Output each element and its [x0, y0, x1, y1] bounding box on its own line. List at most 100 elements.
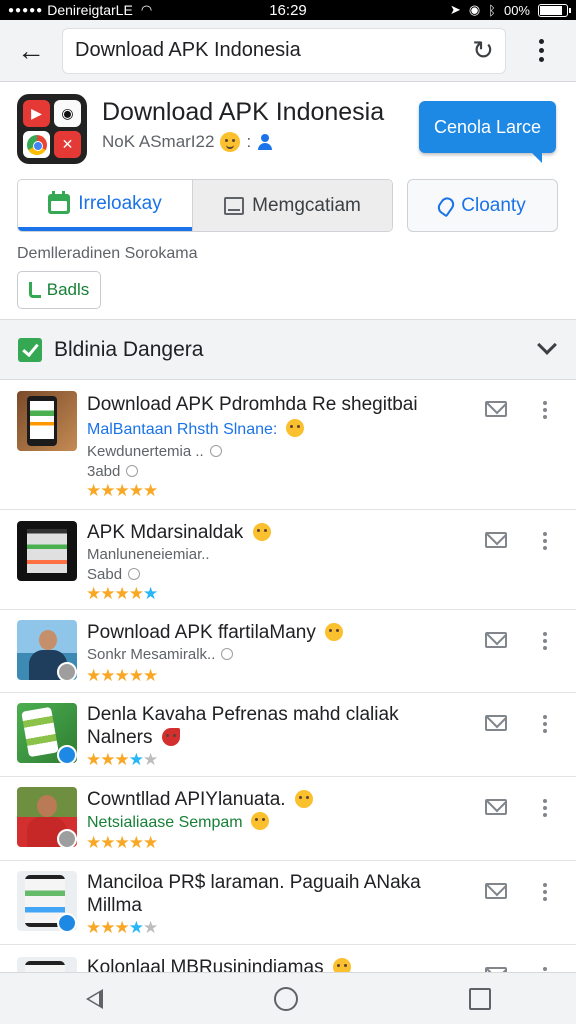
more-options-icon[interactable]	[543, 401, 548, 419]
item-meta: Sonkr Mesamiralk..	[87, 646, 234, 663]
mail-icon[interactable]	[485, 401, 507, 417]
list-item[interactable]: Pownload APK ffartilaMany Sonkr Mesamira…	[0, 610, 576, 693]
nav-recents-icon[interactable]	[468, 987, 491, 1010]
item-title: Denla Kavaha Pefrenas mahd claliak Nalne…	[87, 703, 427, 749]
list-item[interactable]: Download APK Pdromhda Re shegitbai MalBa…	[0, 380, 576, 510]
list-item[interactable]: Manciloa PR$ laraman. Paguaih ANaka Mill…	[0, 861, 576, 945]
smile-emoji-icon	[220, 132, 241, 152]
thinking-emoji-icon	[252, 523, 271, 541]
chip-label: Badls	[46, 280, 90, 299]
item-meta: Kewdunertemia ..	[87, 443, 222, 460]
person-icon	[257, 134, 273, 150]
star-icon: ★	[100, 584, 115, 603]
chevron-down-icon[interactable]	[537, 335, 557, 355]
list-item[interactable]: Cowntllad APIYlanuata. Netsialiaase Semp…	[0, 777, 576, 861]
item-title: Cowntllad APIYlanuata.	[87, 789, 313, 811]
app-title: Download APK Indonesia	[102, 98, 385, 126]
star-icon: ★	[128, 666, 144, 685]
star-icon: ★	[143, 666, 158, 685]
tab-irreloakay[interactable]: Irreloakay	[18, 180, 192, 231]
item-title-text: APK Mdarsinaldak	[87, 522, 244, 543]
tab-label: Memgcatiam	[252, 194, 361, 216]
star-icon: ★	[114, 750, 130, 769]
thinking-emoji-icon	[294, 790, 313, 808]
item-subtitle-text: Netsialiaase Sempam	[87, 814, 243, 831]
thinking-emoji-icon	[325, 623, 344, 641]
battery-icon	[538, 3, 571, 17]
section-title: Bldinia Dangera	[54, 337, 204, 361]
list-item[interactable]: APK Mdarsinaldak Manluneneiemiar.. Sabd …	[0, 510, 576, 610]
smile-emoji-icon	[285, 419, 304, 437]
star-icon: ★	[86, 833, 101, 852]
carrier-name: DenireigtarLE	[47, 2, 133, 18]
bluetooth-icon: ᛒ	[488, 2, 496, 18]
subtitle-separator: :	[246, 132, 252, 151]
tab-memgcatiam[interactable]: Memgcatiam	[192, 180, 392, 231]
star-rating: ★★★★★	[86, 918, 158, 938]
star-icon: ★	[86, 918, 101, 937]
chrome-icon	[23, 131, 50, 158]
more-options-icon[interactable]	[543, 715, 548, 733]
cloanty-label: Cloanty	[461, 194, 526, 216]
smile-emoji-icon	[251, 812, 270, 830]
cloanty-button[interactable]: Cloanty	[407, 179, 558, 232]
more-options-icon[interactable]	[543, 632, 548, 650]
star-icon: ★	[114, 584, 130, 603]
item-meta2-text: 3abd	[87, 463, 121, 480]
item-title: Download APK Pdromhda Re shegitbai	[87, 394, 418, 415]
item-title: APK Mdarsinaldak	[87, 522, 271, 544]
star-icon: ★	[86, 584, 101, 603]
address-bar[interactable]: Download APK Indonesia ↻	[62, 27, 506, 74]
pen-icon	[435, 194, 458, 217]
badls-chip[interactable]: Badls	[17, 271, 101, 309]
location-icon: ➤	[449, 2, 461, 17]
star-icon: ★	[114, 918, 130, 937]
clock-icon	[209, 445, 222, 457]
item-meta-secondary: 3abd	[87, 463, 139, 480]
app-icon: ▶ ◉ ✕	[17, 94, 87, 164]
verified-badge-icon	[57, 662, 77, 682]
back-arrow-icon[interactable]: ←	[0, 20, 62, 82]
mail-icon[interactable]	[485, 799, 507, 815]
alarm-icon: ◉	[468, 2, 481, 17]
star-icon: ★	[100, 750, 115, 769]
nav-back-icon[interactable]	[85, 988, 103, 1009]
mail-icon[interactable]	[485, 632, 507, 648]
mail-icon[interactable]	[485, 883, 507, 899]
url-text: Download APK Indonesia	[75, 39, 301, 61]
verified-badge-icon	[57, 745, 77, 765]
item-subtitle: Netsialiaase Sempam	[87, 812, 270, 832]
mail-icon[interactable]	[485, 715, 507, 731]
star-rating: ★★★★★	[86, 833, 158, 853]
star-rating: ★★★★★	[86, 584, 158, 604]
verified-badge-icon	[57, 829, 77, 849]
app-thumbnail	[17, 391, 77, 451]
wifi-icon: ◠	[140, 2, 153, 17]
reload-icon[interactable]: ↻	[461, 35, 505, 66]
install-button[interactable]: Cenola Larce	[419, 101, 556, 163]
nav-home-icon[interactable]	[273, 986, 298, 1011]
browser-toolbar: ← Download APK Indonesia ↻	[0, 20, 576, 82]
more-options-icon[interactable]	[543, 532, 548, 550]
item-title-text: Denla Kavaha Pefrenas mahd claliak Nalne…	[87, 704, 399, 748]
item-subtitle-text: MalBantaan Rhsth Slnane:	[87, 421, 278, 438]
item-meta-secondary: Sabd	[87, 566, 141, 583]
item-meta-text: Kewdunertemia ..	[87, 443, 204, 460]
mail-icon[interactable]	[485, 532, 507, 548]
more-options-icon[interactable]	[543, 883, 548, 901]
star-icon: ★	[114, 666, 130, 685]
star-icon: ★	[143, 481, 158, 500]
star-icon: ★	[100, 666, 115, 685]
overflow-menu-icon[interactable]	[506, 39, 576, 62]
section-header[interactable]: Bldinia Dangera	[0, 320, 576, 380]
lips-emoji-icon	[161, 728, 180, 746]
app-thumbnail	[17, 521, 77, 581]
battery-percent: 00%	[503, 2, 530, 18]
star-icon: ★	[143, 833, 158, 852]
more-options-icon[interactable]	[543, 799, 548, 817]
star-icon: ★	[128, 750, 144, 769]
star-icon: ★	[100, 833, 115, 852]
star-icon: ★	[143, 918, 158, 937]
item-subtitle: MalBantaan Rhsth Slnane:	[87, 419, 304, 439]
list-item[interactable]: Denla Kavaha Pefrenas mahd claliak Nalne…	[0, 693, 576, 777]
